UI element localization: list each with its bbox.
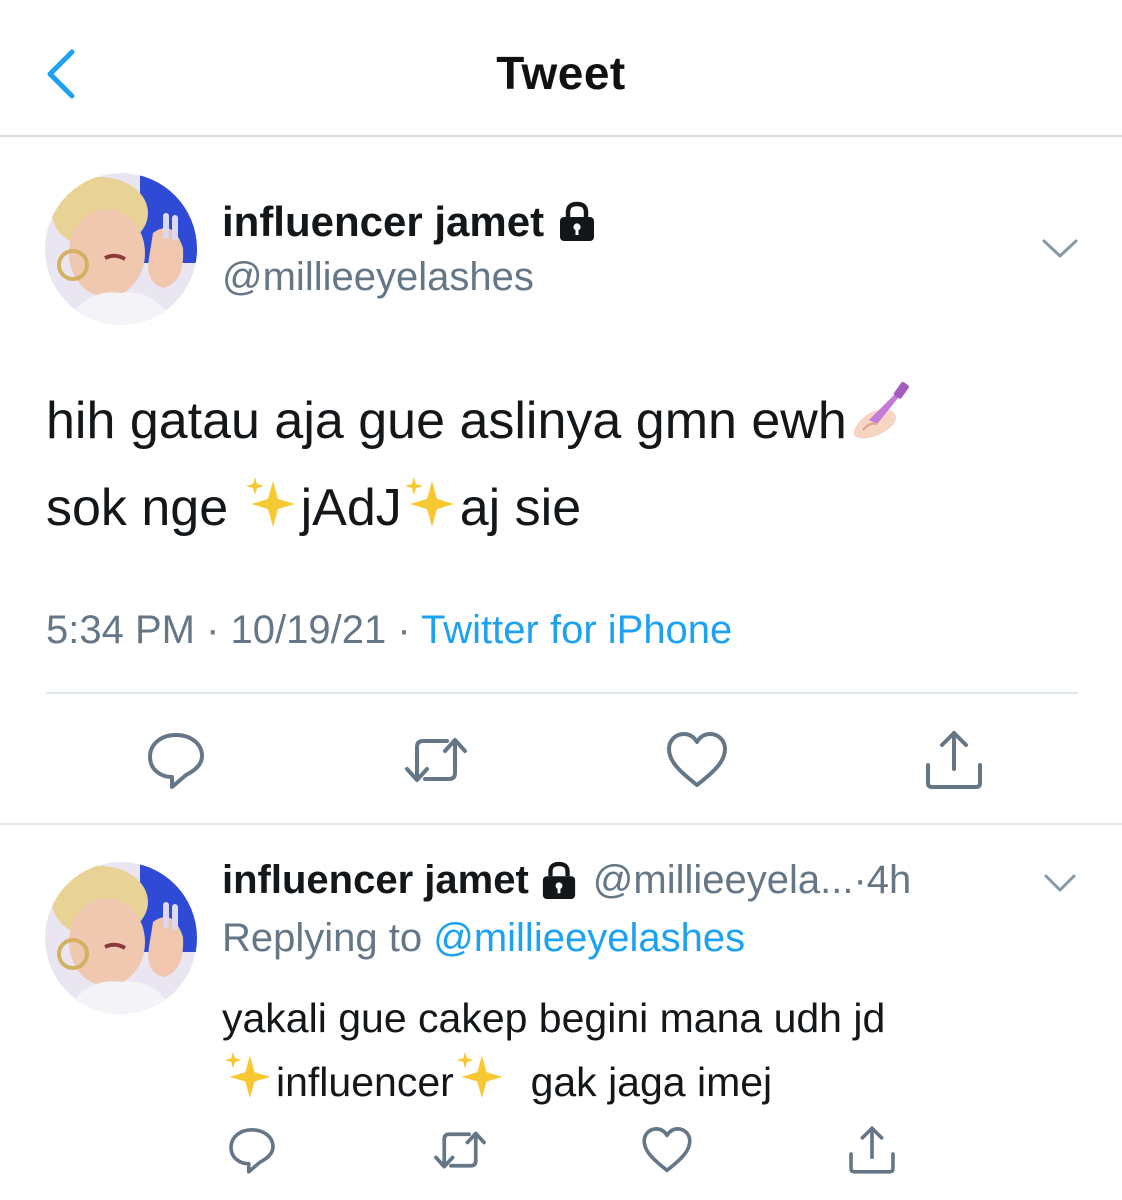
like-button[interactable] (641, 1122, 693, 1178)
reply-timestamp: 4h (866, 858, 912, 902)
sparkles-emoji (404, 477, 454, 527)
reply-button[interactable] (144, 728, 208, 792)
tweet-text-line2-start: sok nge (46, 479, 243, 537)
tweet-text-line2-end: aj sie (459, 479, 582, 537)
reply-header: influencer jamet @millieeyela... · 4h (222, 858, 911, 903)
reply-text-end: gak jaga imej (530, 1059, 773, 1105)
reply-action-bar (226, 1122, 898, 1178)
reply-display-name[interactable]: influencer jamet (222, 858, 529, 903)
reply-text: yakali gue cakep begini mana udh jd infl… (222, 988, 1102, 1112)
chevron-down-icon[interactable] (1040, 236, 1080, 262)
share-icon (849, 1126, 895, 1174)
tweet-meta: 5:34 PM · 10/19/21 · Twitter for iPhone (46, 608, 732, 653)
sparkles-emoji (224, 1051, 271, 1099)
retweet-button[interactable] (401, 728, 471, 792)
chevron-down-icon[interactable] (1042, 872, 1078, 894)
replying-prefix: Replying to (222, 916, 434, 960)
reply-avatar[interactable] (45, 862, 197, 1014)
display-name: influencer jamet (222, 198, 545, 245)
tweet-text-line2-middle: jAdJ (300, 479, 402, 537)
retweet-button[interactable] (431, 1122, 489, 1178)
lock-icon (560, 201, 595, 241)
reply-icon (148, 733, 204, 789)
avatar[interactable] (45, 173, 197, 325)
share-button[interactable] (922, 728, 986, 792)
mention-link[interactable]: @millieeyelashes (433, 916, 745, 960)
retweet-icon (405, 738, 468, 782)
reply-text-line1: yakali gue cakep begini mana udh jd (222, 995, 886, 1041)
share-icon (925, 731, 982, 789)
heart-icon (666, 732, 727, 787)
tweet-source-link[interactable]: Twitter for iPhone (421, 608, 732, 652)
meta-separator: · (853, 858, 867, 902)
display-name-row[interactable]: influencer jamet (222, 198, 596, 246)
replying-to: Replying to @millieeyelashes (222, 916, 745, 961)
reply-text-word: influencer (276, 1059, 454, 1105)
meta-separator: · (386, 608, 422, 652)
lock-icon (542, 861, 575, 899)
tweet-text-line1: hih gatau aja gue aslinya gmn ewh (46, 392, 847, 450)
nail-polish-emoji (853, 381, 909, 439)
tweet-text: hih gatau aja gue aslinya gmn ewh sok ng… (46, 378, 1086, 552)
tweet-time: 5:34 PM (46, 608, 195, 652)
reply-button[interactable] (226, 1122, 278, 1178)
like-button[interactable] (665, 728, 729, 792)
meta-separator: · (194, 608, 231, 652)
divider (0, 823, 1122, 825)
sparkles-emoji (245, 477, 295, 527)
reply-handle[interactable]: @millieeyela... (593, 858, 854, 903)
page-title: Tweet (496, 47, 626, 99)
reply-icon (229, 1128, 275, 1174)
nav-bar: Tweet (0, 0, 1122, 137)
tweet-action-bar (144, 728, 986, 792)
retweet-icon (433, 1131, 486, 1169)
tweet-date: 10/19/21 (230, 608, 387, 652)
user-handle[interactable]: @millieeyelashes (222, 255, 534, 300)
sparkles-emoji (456, 1051, 503, 1099)
heart-icon (642, 1127, 692, 1173)
divider (46, 692, 1078, 694)
share-button[interactable] (846, 1122, 898, 1178)
